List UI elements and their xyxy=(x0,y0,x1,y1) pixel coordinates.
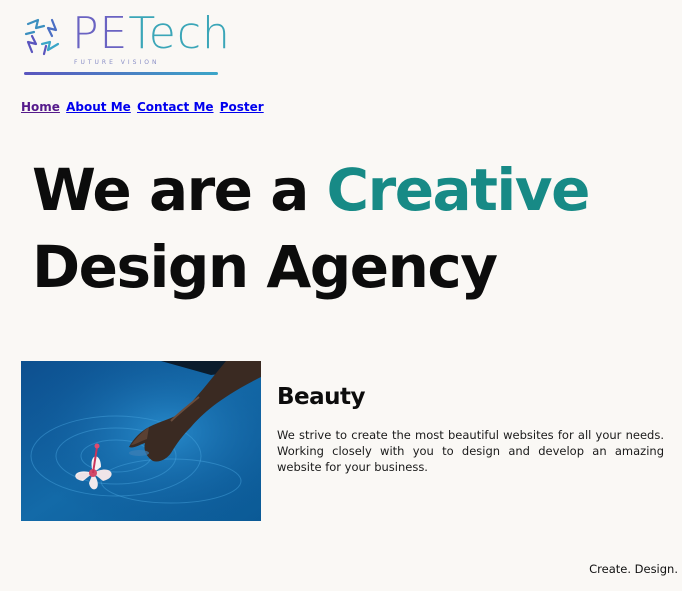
nav-link-poster[interactable]: Poster xyxy=(220,100,264,114)
logo-wordmark: PETech xyxy=(72,8,231,60)
feature-description: We strive to create the most beautiful w… xyxy=(277,428,664,474)
logo-wordmark-prefix: PE xyxy=(72,8,129,59)
hero-line2: Design Agency xyxy=(32,233,498,301)
nav-link-about-me[interactable]: About Me xyxy=(66,100,131,114)
feature-image xyxy=(21,361,261,521)
main-nav: Home About Me Contact Me Poster xyxy=(21,100,266,114)
nav-link-contact-me[interactable]: Contact Me xyxy=(137,100,214,114)
logo-mark-icon xyxy=(24,18,60,56)
logo-wordmark-suffix: Tech xyxy=(128,8,231,59)
hand-flower-water-illustration xyxy=(21,361,261,521)
logo-tagline: FUTURE VISION xyxy=(74,59,160,66)
hero-line1-accent: Creative xyxy=(326,156,591,224)
hero-headline: We are a Creative Design Agency xyxy=(32,152,591,306)
hero-line1-start: We are a xyxy=(32,156,327,224)
footer-tagline: Create. Design. xyxy=(589,562,678,576)
nav-link-home[interactable]: Home xyxy=(21,100,60,114)
logo-underline xyxy=(24,72,218,75)
brand-logo: PETech FUTURE VISION xyxy=(22,8,230,78)
feature-title: Beauty xyxy=(277,384,366,410)
